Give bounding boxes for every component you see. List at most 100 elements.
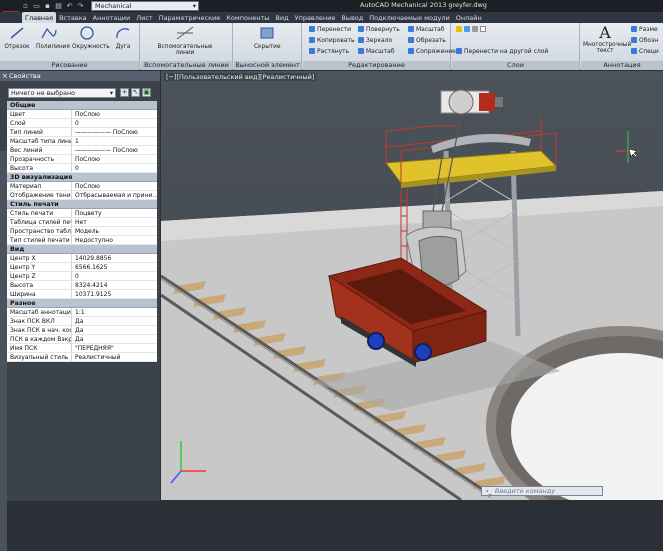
arc-tool[interactable]: Дуга: [110, 25, 136, 50]
quick-select-icon[interactable]: +: [120, 88, 129, 97]
property-row[interactable]: Центр Y 6566.1625: [7, 263, 157, 272]
close-icon[interactable]: ×: [2, 72, 8, 80]
property-value[interactable]: 1: [72, 137, 157, 145]
property-value[interactable]: —————— ПоСлою: [72, 146, 157, 154]
selection-dropdown[interactable]: Ничего не выбрано ▾: [8, 88, 116, 98]
property-value[interactable]: Нет: [72, 218, 157, 226]
workspace-select[interactable]: Mechanical ▾: [91, 1, 199, 11]
property-value[interactable]: 6566.1625: [72, 263, 157, 271]
ribbon-tab[interactable]: Параметрические: [156, 12, 224, 23]
property-row[interactable]: Визуальный стиль Реалистичный: [7, 353, 157, 362]
mirror-tool[interactable]: Зеркало: [358, 36, 392, 44]
property-section-header[interactable]: Стиль печати: [7, 200, 157, 209]
command-line[interactable]: ›_ Введите команду: [481, 486, 603, 496]
property-row[interactable]: Центр X 14029.8856: [7, 254, 157, 263]
array-tool[interactable]: Масштаб: [408, 25, 445, 33]
print-icon[interactable]: ▤: [54, 2, 63, 11]
property-row[interactable]: Таблица стилей печатиНет: [7, 218, 157, 227]
copy-tool[interactable]: Копировать: [309, 36, 354, 44]
property-value[interactable]: 10371.9125: [72, 290, 157, 298]
property-row[interactable]: Прозрачность ПоСлою: [7, 155, 157, 164]
scale-tool[interactable]: Масштаб: [358, 47, 395, 55]
property-section-header[interactable]: 3D визуализация: [7, 173, 157, 182]
property-row[interactable]: Высота 8324.4214: [7, 281, 157, 290]
ribbon-tab[interactable]: Компоненты: [223, 12, 272, 23]
circle-tool[interactable]: Окружность: [72, 25, 110, 50]
property-row[interactable]: Знак ПСК в нач. коорд.Да: [7, 326, 157, 335]
redo-icon[interactable]: ↷: [76, 2, 85, 11]
property-value[interactable]: Реалистичный: [72, 353, 157, 361]
hide-tool[interactable]: Скрытие: [254, 25, 281, 50]
ribbon-tab[interactable]: Главная: [22, 12, 57, 23]
spec-tool[interactable]: Специ: [631, 47, 659, 55]
property-value[interactable]: Недоступно: [72, 236, 157, 244]
trim-tool[interactable]: Обрезать: [408, 36, 446, 44]
property-value[interactable]: 0: [72, 119, 157, 127]
property-section-header[interactable]: Разное: [7, 299, 157, 308]
save-icon[interactable]: ▪: [43, 2, 52, 11]
stretch-tool[interactable]: Растянуть: [309, 47, 349, 55]
undo-icon[interactable]: ↶: [65, 2, 74, 11]
select-objects-icon[interactable]: ↖: [131, 88, 140, 97]
property-row[interactable]: Стиль печати Поцвету: [7, 209, 157, 218]
property-value[interactable]: 0: [72, 272, 157, 280]
property-row[interactable]: Масштаб типа линий 1: [7, 137, 157, 146]
property-section-header[interactable]: Общие: [7, 101, 157, 110]
property-section-header[interactable]: Вид: [7, 245, 157, 254]
property-row[interactable]: Пространство таблиц...Модель: [7, 227, 157, 236]
palette-side-strip[interactable]: [0, 151, 7, 551]
property-row[interactable]: Тип стилей печати Недоступно: [7, 236, 157, 245]
dimension-tool[interactable]: Разме: [631, 25, 658, 33]
property-row[interactable]: Знак ПСК ВКЛ Да: [7, 317, 157, 326]
annotation-panel-title[interactable]: Аннотация: [581, 61, 663, 70]
property-value[interactable]: 0: [72, 164, 157, 172]
layer-state-icons[interactable]: [456, 25, 486, 33]
open-icon[interactable]: ▭: [32, 2, 41, 11]
property-row[interactable]: Слой 0: [7, 119, 157, 128]
property-row[interactable]: Высота 0: [7, 164, 157, 173]
property-value[interactable]: —————— ПоСлою: [72, 128, 157, 136]
property-value[interactable]: Да: [72, 335, 157, 343]
property-value[interactable]: Отбрасываемая и прини...: [72, 191, 157, 199]
property-row[interactable]: Вес линий —————— ПоСлою: [7, 146, 157, 155]
property-row[interactable]: ПСК в каждом ВэкранеДа: [7, 335, 157, 344]
modify-panel-title[interactable]: Редактирование: [303, 61, 450, 70]
property-row[interactable]: Масштаб аннотаций 1:1: [7, 308, 157, 317]
move-tool[interactable]: Перенести: [309, 25, 351, 33]
mtext-tool[interactable]: A Многострочный текст: [583, 25, 631, 55]
rotate-tool[interactable]: Повернуть: [358, 25, 400, 33]
property-value[interactable]: Модель: [72, 227, 157, 235]
property-row[interactable]: Имя ПСК "ПЕРЕДНЯЯ": [7, 344, 157, 353]
property-value[interactable]: 1:1: [72, 308, 157, 316]
ribbon-tab[interactable]: Аннотации: [90, 12, 134, 23]
model-viewport[interactable]: [−][Пользовательский вид][Реалистичный]: [161, 71, 663, 500]
property-value[interactable]: Да: [72, 326, 157, 334]
fillet-tool[interactable]: Сопряжение: [408, 47, 456, 55]
polyline-tool[interactable]: Полилиния: [36, 25, 70, 50]
property-value[interactable]: "ПЕРЕДНЯЯ": [72, 344, 157, 352]
line-tool[interactable]: Отрезок: [4, 25, 30, 50]
ribbon-tab[interactable]: Подключаемые модули: [366, 12, 452, 23]
new-icon[interactable]: ▫: [21, 2, 30, 11]
property-value[interactable]: ПоСлою: [72, 155, 157, 163]
ribbon-tab[interactable]: Вывод: [338, 12, 366, 23]
property-row[interactable]: Цвет ПоСлою: [7, 110, 157, 119]
ribbon-tab[interactable]: Управление: [292, 12, 339, 23]
viewport-controls-label[interactable]: [−][Пользовательский вид][Реалистичный]: [164, 73, 317, 81]
property-value[interactable]: ПоСлою: [72, 110, 157, 118]
property-row[interactable]: Материал ПоСлою: [7, 182, 157, 191]
property-value[interactable]: 8324.4214: [72, 281, 157, 289]
property-row[interactable]: Ширина 10371.9125: [7, 290, 157, 299]
draw-panel-title[interactable]: Рисование: [0, 61, 139, 70]
detail-panel-title[interactable]: Выносной элемент: [234, 61, 301, 70]
property-row[interactable]: Отображение тени Отбрасываемая и прини...: [7, 191, 157, 200]
layers-panel-title[interactable]: Слои: [452, 61, 579, 70]
aux-lines-tool[interactable]: Вспомогательные линии: [155, 25, 215, 56]
property-value[interactable]: Поцвету: [72, 209, 157, 217]
property-row[interactable]: Тип линий —————— ПоСлою: [7, 128, 157, 137]
aux-lines-panel-title[interactable]: Вспомогательные линии: [141, 61, 232, 70]
property-value[interactable]: 14029.8856: [72, 254, 157, 262]
ribbon-tab[interactable]: Лист: [133, 12, 155, 23]
pickadd-icon[interactable]: ▣: [142, 88, 151, 97]
property-value[interactable]: Да: [72, 317, 157, 325]
